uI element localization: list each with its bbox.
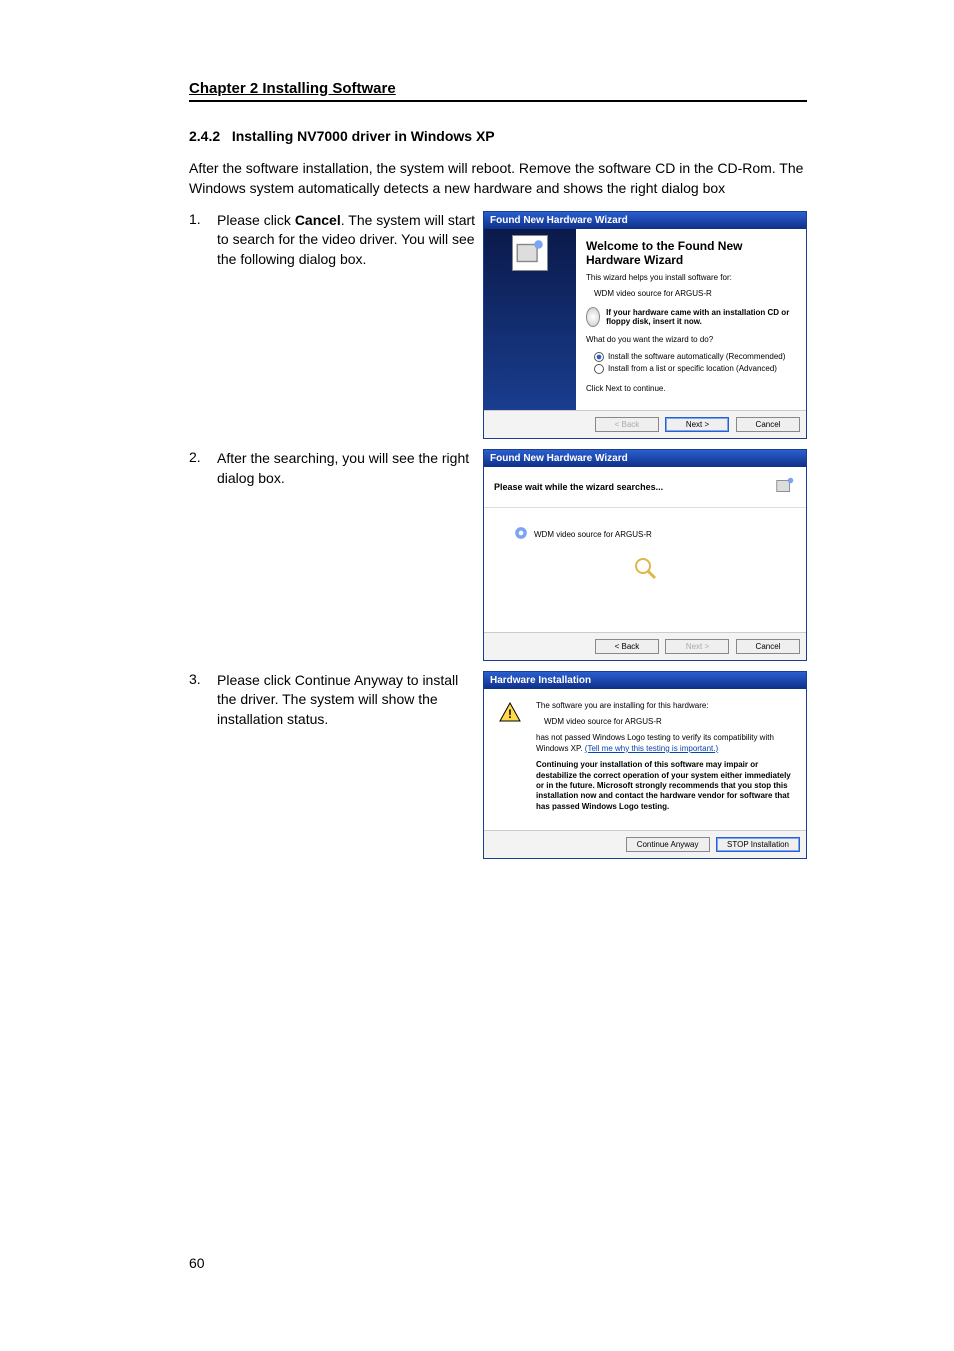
hardware-installation-dialog: Hardware Installation ! The software you… (483, 671, 807, 860)
step-text: After the searching, you will see the ri… (217, 449, 477, 488)
magnifier-icon (633, 556, 657, 580)
dialog-title: Found New Hardware Wizard (484, 212, 806, 229)
tell-me-link[interactable]: (Tell me why this testing is important.) (585, 744, 718, 753)
device-icon (514, 526, 528, 543)
question: What do you want the wizard to do? (586, 335, 796, 345)
back-button: < Back (595, 417, 659, 432)
continue-anyway-button[interactable]: Continue Anyway (626, 837, 710, 852)
dialog-subtext: This wizard helps you install software f… (586, 273, 796, 283)
dialog-heading: Welcome to the Found New Hardware Wizard (586, 239, 796, 267)
section-number: 2.4.2 (189, 128, 220, 144)
step-number: 1. (189, 211, 217, 227)
step-number: 2. (189, 449, 217, 465)
warning-icon: ! (496, 701, 524, 725)
warn-line2: has not passed Windows Logo testing to v… (536, 733, 794, 754)
next-button: Next > (665, 639, 729, 654)
searching-dialog: Found New Hardware Wizard Please wait wh… (483, 449, 807, 660)
cd-hint: If your hardware came with an installati… (586, 307, 796, 327)
cancel-button[interactable]: Cancel (736, 417, 800, 432)
dialog-title: Found New Hardware Wizard (484, 450, 806, 467)
next-button[interactable]: Next > (665, 417, 729, 432)
cancel-button[interactable]: Cancel (736, 639, 800, 654)
device-name: WDM video source for ARGUS-R (544, 717, 794, 727)
section-title: 2.4.2 Installing NV7000 driver in Window… (189, 128, 807, 144)
device-name: WDM video source for ARGUS-R (534, 530, 652, 540)
step-text: Please click Cancel. The system will sta… (217, 211, 477, 270)
back-button[interactable]: < Back (595, 639, 659, 654)
step-number: 3. (189, 671, 217, 687)
step-text: Please click Continue Anyway to install … (217, 671, 477, 730)
svg-text:!: ! (508, 707, 512, 721)
continue-hint: Click Next to continue. (586, 384, 796, 394)
section-title-text: Installing NV7000 driver in Windows XP (232, 128, 495, 144)
warn-bold: Continuing your installation of this sof… (536, 760, 794, 812)
wizard-icon (774, 475, 796, 499)
search-message: Please wait while the wizard searches... (494, 482, 663, 492)
chapter-title: Chapter 2 Installing Software (189, 80, 807, 102)
warn-line1: The software you are installing for this… (536, 701, 794, 711)
wizard-icon (512, 235, 548, 271)
device-name: WDM video source for ARGUS-R (594, 289, 796, 299)
dialog-title: Hardware Installation (484, 672, 806, 689)
page-number: 60 (189, 1255, 205, 1271)
radio-specific[interactable]: Install from a list or specific location… (594, 364, 796, 374)
radio-auto[interactable]: Install the software automatically (Reco… (594, 352, 796, 362)
found-new-hardware-wizard-dialog: Found New Hardware Wizard Welcome to the… (483, 211, 807, 440)
dialog-sidebar (484, 229, 576, 411)
cd-icon (586, 307, 600, 327)
intro-paragraph: After the software installation, the sys… (189, 158, 807, 199)
stop-installation-button[interactable]: STOP Installation (716, 837, 800, 852)
